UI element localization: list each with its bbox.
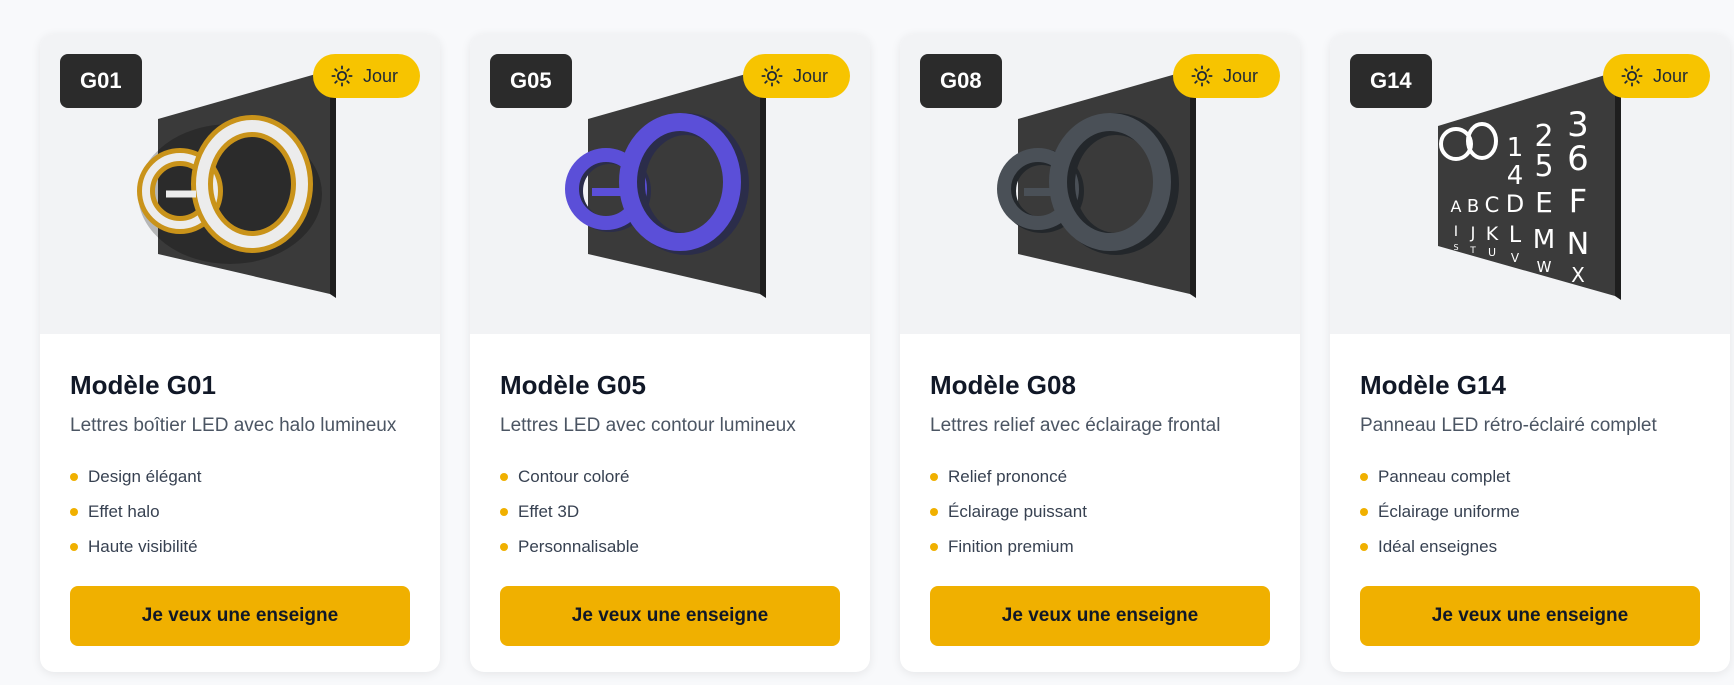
model-card-g01: G01 Jour Modèle G01 Lettres boîtier LED … [40, 34, 440, 672]
model-code-badge: G08 [920, 54, 1002, 108]
bullet-icon [1360, 507, 1368, 516]
model-image-g14: 1 2 3 4 5 6 A B C D E F I J K L M N S T … [1330, 34, 1730, 334]
day-mode-badge[interactable]: Jour [312, 54, 420, 98]
model-image-g08: G08 Jour [900, 34, 1300, 334]
svg-text:X: X [1571, 263, 1585, 287]
sun-icon [1621, 65, 1643, 87]
bullet-icon [500, 472, 508, 481]
svg-text:K: K [1486, 223, 1499, 245]
model-title: Modèle G05 [500, 370, 646, 400]
model-subtitle: Lettres relief avec éclairage frontal [930, 415, 1221, 436]
feature-item: Éclairage uniforme [1360, 494, 1700, 529]
feature-list: Panneau complet Éclairage uniforme Idéal… [1360, 459, 1700, 564]
feature-item: Design élégant [70, 459, 410, 494]
feature-item: Personnalisable [500, 529, 840, 564]
svg-text:1: 1 [1507, 133, 1524, 163]
day-mode-badge[interactable]: Jour [1602, 54, 1710, 98]
day-mode-label: Jour [792, 65, 828, 86]
svg-text:E: E [1535, 186, 1553, 219]
svg-text:U: U [1488, 246, 1496, 259]
bullet-icon [70, 507, 78, 516]
svg-text:D: D [1506, 190, 1524, 218]
svg-text:M: M [1533, 225, 1555, 255]
svg-text:I: I [1454, 224, 1458, 240]
svg-text:S: S [1453, 243, 1458, 252]
model-code-badge: G01 [60, 54, 142, 108]
model-card-g05: G05 Jour Modèle G05 Lettres LED avec con… [470, 34, 870, 672]
day-mode-badge[interactable]: Jour [1172, 54, 1280, 98]
request-sign-button[interactable]: Je veux une enseigne [500, 586, 840, 646]
svg-text:A: A [1451, 197, 1462, 216]
svg-text:V: V [1511, 251, 1520, 265]
feature-list: Design élégant Effet halo Haute visibili… [70, 459, 410, 564]
bullet-icon [70, 542, 78, 551]
svg-text:W: W [1537, 258, 1552, 276]
bullet-icon [500, 542, 508, 551]
feature-item: Haute visibilité [70, 529, 410, 564]
models-grid: G01 Jour Modèle G01 Lettres boîtier LED … [40, 34, 1730, 672]
model-subtitle: Lettres LED avec contour lumineux [500, 415, 796, 436]
svg-text:J: J [1470, 223, 1476, 242]
request-sign-button[interactable]: Je veux une enseigne [70, 586, 410, 646]
sun-icon [761, 65, 783, 87]
feature-list: Contour coloré Effet 3D Personnalisable [500, 459, 840, 564]
svg-text:6: 6 [1567, 139, 1589, 179]
model-code-badge: G14 [1350, 54, 1432, 108]
svg-text:5: 5 [1534, 149, 1553, 184]
day-mode-badge[interactable]: Jour [742, 54, 850, 98]
model-card-g08: G08 Jour Modèle G08 Lettres relief avec … [900, 34, 1300, 672]
svg-text:T: T [1469, 246, 1476, 256]
model-image-g05: G05 Jour [470, 34, 870, 334]
model-title: Modèle G08 [930, 370, 1076, 400]
bullet-icon [930, 542, 938, 551]
request-sign-button[interactable]: Je veux une enseigne [1360, 586, 1700, 646]
feature-item: Contour coloré [500, 459, 840, 494]
feature-item: Idéal enseignes [1360, 529, 1700, 564]
bullet-icon [1360, 542, 1368, 551]
model-title: Modèle G14 [1360, 370, 1506, 400]
svg-text:4: 4 [1507, 161, 1524, 191]
day-mode-label: Jour [362, 65, 398, 86]
feature-item: Effet halo [70, 494, 410, 529]
bullet-icon [500, 507, 508, 516]
day-mode-label: Jour [1222, 65, 1258, 86]
svg-text:B: B [1467, 196, 1479, 217]
model-subtitle: Lettres boîtier LED avec halo lumineux [70, 415, 397, 436]
model-title: Modèle G01 [70, 370, 216, 400]
feature-item: Effet 3D [500, 494, 840, 529]
day-mode-label: Jour [1652, 65, 1688, 86]
bullet-icon [930, 472, 938, 481]
feature-item: Finition premium [930, 529, 1270, 564]
model-image-g01: G01 Jour [40, 34, 440, 334]
svg-text:L: L [1509, 223, 1522, 248]
model-card-g14: 1 2 3 4 5 6 A B C D E F I J K L M N S T … [1330, 34, 1730, 672]
sun-icon [331, 65, 353, 87]
bullet-icon [70, 472, 78, 481]
request-sign-button[interactable]: Je veux une enseigne [930, 586, 1270, 646]
bullet-icon [1360, 472, 1368, 481]
svg-text:F: F [1569, 182, 1587, 220]
model-subtitle: Panneau LED rétro-éclairé complet [1360, 415, 1657, 436]
svg-text:N: N [1567, 227, 1589, 262]
model-code-badge: G05 [490, 54, 572, 108]
sun-icon [1191, 65, 1213, 87]
bullet-icon [930, 507, 938, 516]
svg-text:C: C [1485, 193, 1500, 217]
feature-item: Relief prononcé [930, 459, 1270, 494]
feature-item: Panneau complet [1360, 459, 1700, 494]
feature-list: Relief prononcé Éclairage puissant Finit… [930, 459, 1270, 564]
feature-item: Éclairage puissant [930, 494, 1270, 529]
